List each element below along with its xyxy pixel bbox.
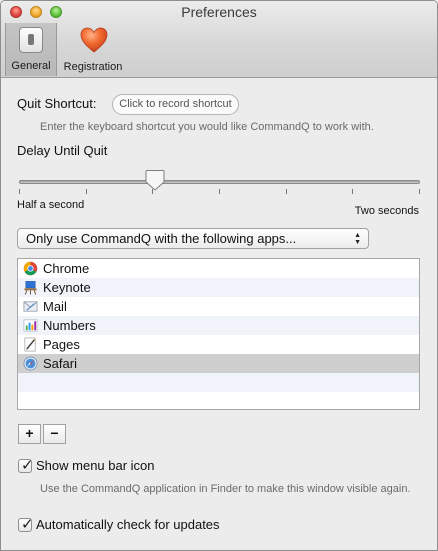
quit-shortcut-label: Quit Shortcut:	[17, 96, 97, 111]
app-list[interactable]: Chrome Keynote Mail Numbers Pages Safari	[17, 258, 420, 410]
title-bar: Preferences General Registration	[1, 1, 437, 78]
list-item-label: Mail	[43, 299, 67, 314]
slider-tick	[419, 189, 420, 194]
show-menu-bar-help: Use the CommandQ application in Finder t…	[40, 483, 411, 495]
list-item-label: Pages	[43, 337, 80, 352]
record-shortcut-button[interactable]: Click to record shortcut	[112, 94, 239, 115]
preferences-window: Preferences General Registration Quit Sh…	[0, 0, 438, 551]
list-item[interactable]: Mail	[18, 297, 419, 316]
checkmark-icon: ✓	[21, 516, 34, 533]
delay-min-label: Half a second	[17, 199, 85, 211]
delay-label: Delay Until Quit	[17, 143, 108, 158]
chrome-icon	[23, 261, 38, 276]
list-item-label: Numbers	[43, 318, 96, 333]
list-item[interactable]: Pages	[18, 335, 419, 354]
window-title: Preferences	[181, 4, 257, 20]
switch-icon	[19, 27, 43, 53]
slider-tick	[219, 189, 220, 194]
delay-max-label: Two seconds	[354, 205, 419, 217]
registration-tab-label: Registration	[63, 61, 123, 73]
show-menu-bar-label: Show menu bar icon	[36, 458, 155, 473]
quit-shortcut-help: Enter the keyboard shortcut you would li…	[40, 121, 374, 133]
pages-icon	[24, 337, 36, 352]
delay-slider-ticks	[19, 189, 420, 194]
list-item[interactable]: Numbers	[18, 316, 419, 335]
list-item[interactable]: Safari	[18, 354, 419, 373]
delay-slider-thumb[interactable]	[145, 169, 165, 191]
list-item-label: Chrome	[43, 261, 90, 276]
slider-tick	[19, 189, 20, 194]
delay-slider-track[interactable]	[19, 180, 420, 184]
slider-tick	[86, 189, 87, 194]
numbers-icon	[23, 319, 38, 332]
safari-icon	[23, 356, 38, 371]
app-mode-selected: Only use CommandQ with the following app…	[26, 231, 297, 246]
slider-tick	[352, 189, 353, 194]
auto-update-label: Automatically check for updates	[36, 517, 220, 532]
list-item-label: Safari	[43, 356, 77, 371]
heart-icon	[80, 27, 108, 53]
general-tab-label: General	[11, 60, 51, 72]
list-item[interactable]: Chrome	[18, 259, 419, 278]
popup-arrows-icon: ▲ ▼	[354, 232, 361, 246]
add-app-button[interactable]: +	[18, 424, 41, 444]
list-item-label: Keynote	[43, 280, 91, 295]
empty-row	[18, 373, 419, 392]
mail-icon	[23, 301, 38, 312]
keynote-icon	[24, 281, 37, 295]
toolbar-general-tab[interactable]: General	[5, 23, 57, 76]
checkmark-icon: ✓	[21, 457, 34, 474]
app-mode-popup[interactable]: Only use CommandQ with the following app…	[17, 228, 369, 249]
toolbar-registration-tab[interactable]: Registration	[59, 23, 127, 77]
slider-tick	[286, 189, 287, 194]
auto-update-checkbox[interactable]: ✓	[18, 516, 34, 533]
remove-app-button[interactable]: −	[43, 424, 66, 444]
empty-row	[18, 392, 419, 409]
list-item[interactable]: Keynote	[18, 278, 419, 297]
show-menu-bar-checkbox[interactable]: ✓	[18, 457, 34, 474]
